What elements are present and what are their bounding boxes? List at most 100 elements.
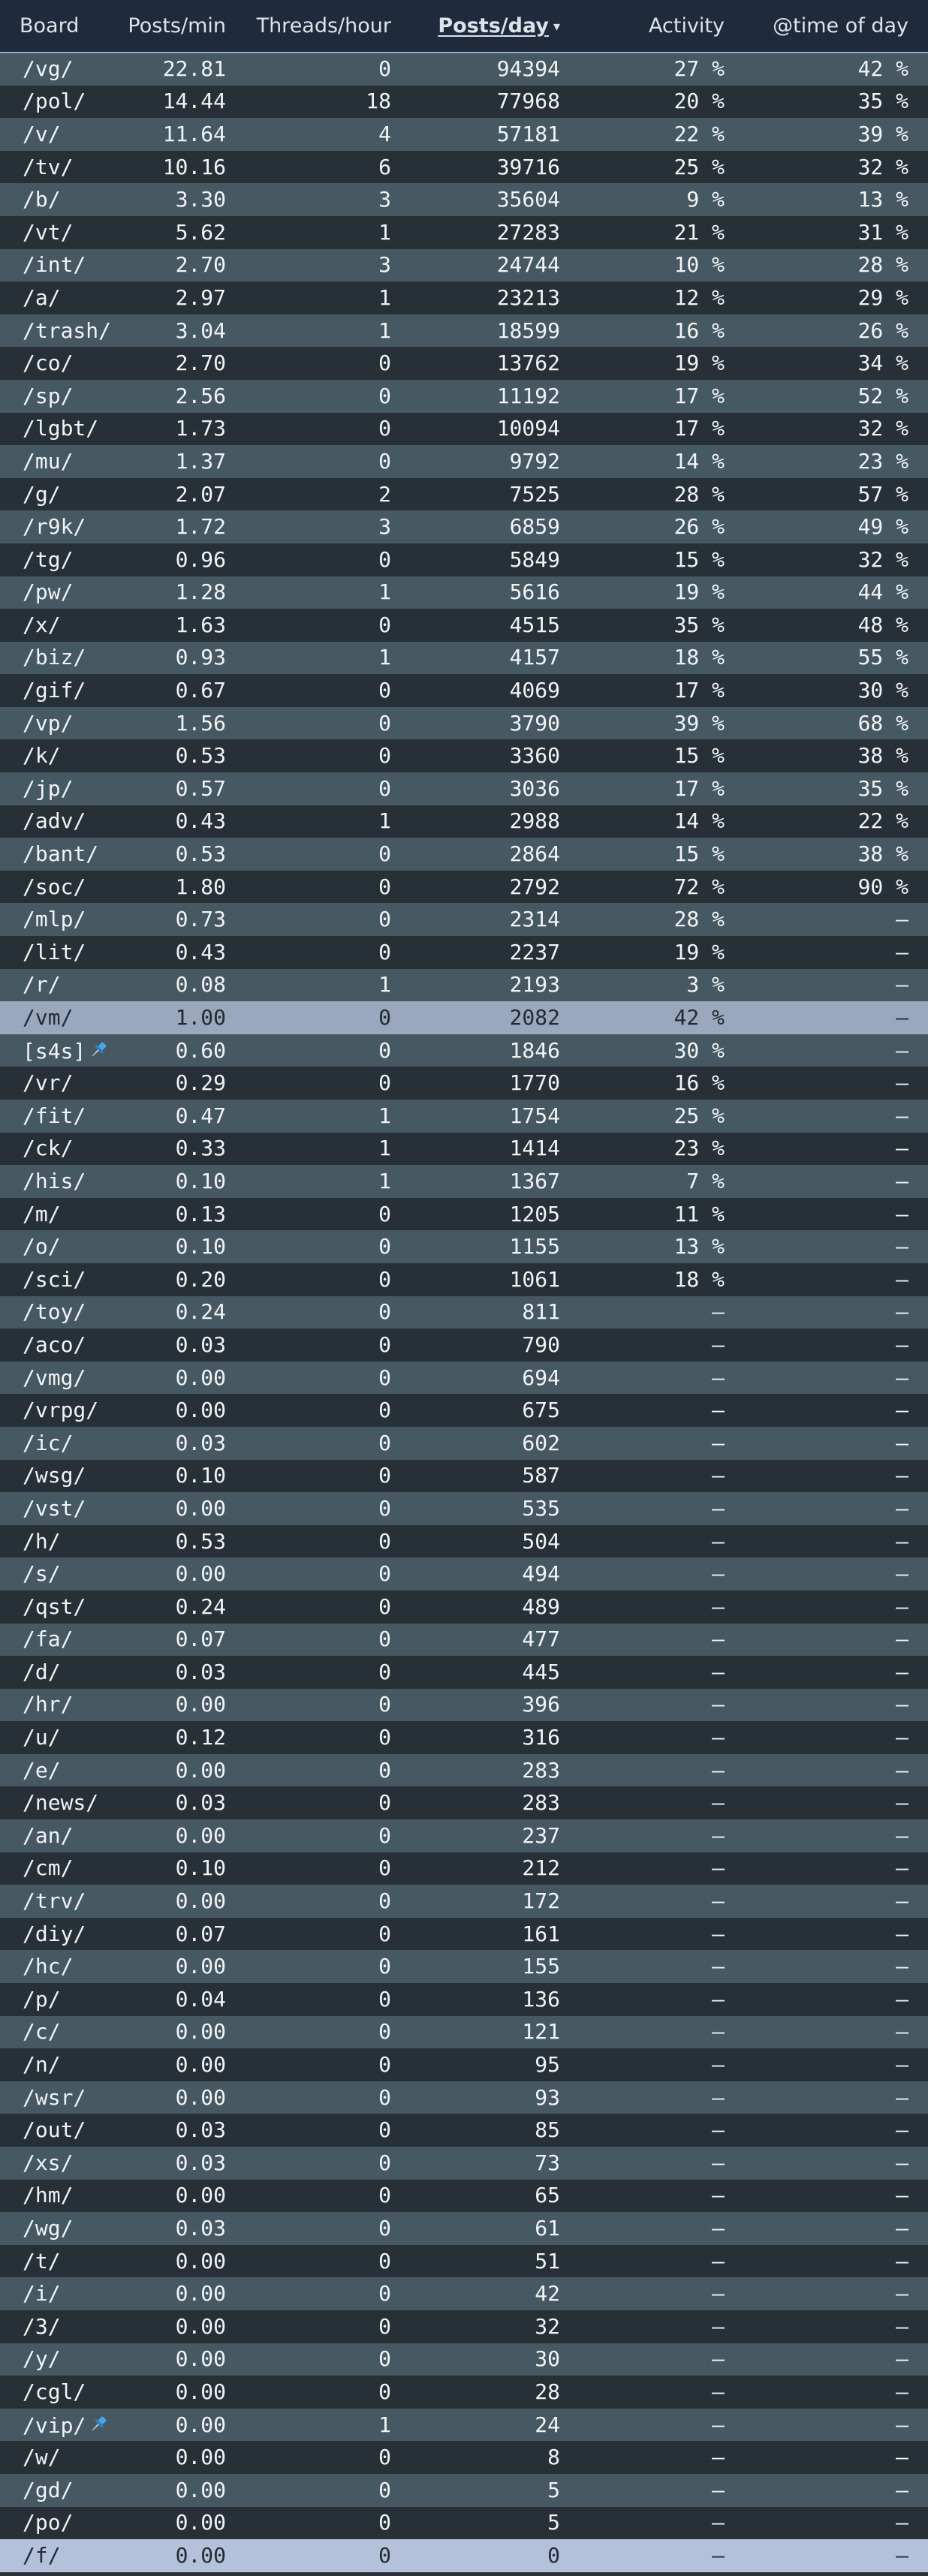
table-row[interactable]: /soc/1.80 0 2792 72 % 90 % [0, 870, 928, 904]
table-row[interactable]: /wsg/0.10 0 587 – – [0, 1459, 928, 1493]
table-row[interactable]: /h/0.53 0 504 – – [0, 1524, 928, 1558]
board-name-cell[interactable]: /gif/ [0, 674, 110, 707]
board-name-cell[interactable]: /jp/ [0, 772, 110, 805]
board-name-cell[interactable]: /h/ [0, 1525, 110, 1558]
board-name-cell[interactable]: /news/ [0, 1786, 110, 1819]
column-header-activity[interactable]: Activity [580, 0, 744, 53]
table-row[interactable]: /vip/0.00 1 24 – – [0, 2408, 928, 2442]
board-name-cell[interactable]: /wsr/ [0, 2081, 110, 2114]
table-row[interactable]: /xs/0.03 0 73 – – [0, 2147, 928, 2180]
board-name-cell[interactable]: /tg/ [0, 543, 110, 576]
board-name-cell[interactable]: /x/ [0, 609, 110, 642]
board-name-cell[interactable]: /i/ [0, 2277, 110, 2310]
table-row[interactable]: /trv/0.00 0 172 – – [0, 1885, 928, 1918]
board-name-cell[interactable]: /fit/ [0, 1100, 110, 1133]
board-name-cell[interactable]: /f/ [0, 2539, 110, 2572]
table-row[interactable]: /aco/0.03 0 790 – – [0, 1329, 928, 1362]
board-name-cell[interactable]: /o/ [0, 1230, 110, 1263]
table-row[interactable]: /n/0.00 0 95 – – [0, 2048, 928, 2081]
table-row[interactable]: /wsr/0.00 0 93 – – [0, 2081, 928, 2114]
board-name-cell[interactable]: /qst/ [0, 1590, 110, 1624]
table-row[interactable]: /mu/1.37 0 9792 14 % 23 % [0, 445, 928, 478]
table-row[interactable]: /pol/14.44 18 77968 20 % 35 % [0, 85, 928, 119]
board-name-cell[interactable]: /lgbt/ [0, 413, 110, 446]
column-header-posts-per-minute[interactable]: Posts/min [110, 0, 246, 53]
board-name-cell[interactable]: /tv/ [0, 151, 110, 184]
table-row[interactable]: /hm/0.00 0 65 – – [0, 2179, 928, 2213]
board-name-cell[interactable]: /out/ [0, 2114, 110, 2147]
board-name-cell[interactable]: /int/ [0, 249, 110, 282]
board-name-cell[interactable]: /vst/ [0, 1492, 110, 1525]
column-header-board[interactable]: Board [0, 0, 110, 53]
board-name-cell[interactable]: /p/ [0, 1983, 110, 2016]
board-name-cell[interactable]: /w/ [0, 2441, 110, 2474]
board-name-cell[interactable]: /adv/ [0, 805, 110, 838]
board-name-cell[interactable]: /r9k/ [0, 510, 110, 543]
board-name-cell[interactable]: /y/ [0, 2343, 110, 2376]
table-row[interactable]: /fa/0.07 0 477 – – [0, 1623, 928, 1657]
table-row[interactable]: /s/0.00 0 494 – – [0, 1557, 928, 1590]
table-row[interactable]: /w/0.00 0 8 – – [0, 2441, 928, 2474]
table-row[interactable]: /u/0.12 0 316 – – [0, 1721, 928, 1754]
table-row[interactable]: /3/0.00 0 32 – – [0, 2310, 928, 2343]
table-row[interactable]: /vrpg/0.00 0 675 – – [0, 1394, 928, 1427]
table-row[interactable]: /m/0.13 0 1205 11 % – [0, 1197, 928, 1231]
table-row[interactable]: /e/0.00 0 283 – – [0, 1753, 928, 1787]
board-name-cell[interactable]: /vip/ [0, 2409, 110, 2442]
table-row[interactable]: /d/0.03 0 445 – – [0, 1656, 928, 1689]
board-name-cell[interactable]: /m/ [0, 1198, 110, 1231]
table-row[interactable]: /c/0.00 0 121 – – [0, 2015, 928, 2049]
table-row[interactable]: /news/0.03 0 283 – – [0, 1786, 928, 1820]
table-row[interactable]: /fit/0.47 1 1754 25 % – [0, 1100, 928, 1133]
table-row[interactable]: /cgl/0.00 0 28 – – [0, 2376, 928, 2409]
table-row[interactable]: /vt/5.62 1 27283 21 % 31 % [0, 215, 928, 249]
table-row[interactable]: /po/0.00 0 5 – – [0, 2506, 928, 2540]
table-row[interactable]: /co/2.70 0 13762 19 % 34 % [0, 347, 928, 380]
board-name-cell[interactable]: /s/ [0, 1557, 110, 1590]
board-name-cell[interactable]: /b/ [0, 183, 110, 216]
board-name-cell[interactable]: /po/ [0, 2507, 110, 2540]
board-name-cell[interactable]: /co/ [0, 347, 110, 380]
board-name-cell[interactable]: /an/ [0, 1819, 110, 1852]
board-name-cell[interactable]: /d/ [0, 1656, 110, 1689]
board-name-cell[interactable]: /ic/ [0, 1427, 110, 1460]
board-name-cell[interactable]: /g/ [0, 478, 110, 511]
table-row[interactable]: /vmg/0.00 0 694 – – [0, 1361, 928, 1395]
board-name-cell[interactable]: /xs/ [0, 2147, 110, 2180]
board-name-cell[interactable]: /hc/ [0, 1950, 110, 1983]
board-name-cell[interactable]: /aco/ [0, 1329, 110, 1362]
table-row[interactable]: [s4s] 0.60 0 1846 30 % – [0, 1034, 928, 1067]
table-row[interactable]: /int/2.70 3 24744 10 % 28 % [0, 248, 928, 282]
table-row[interactable]: /vst/0.00 0 535 – – [0, 1492, 928, 1525]
table-row[interactable]: /g/2.07 2 7525 28 % 57 % [0, 477, 928, 511]
table-row[interactable]: /vm/1.00 0 2082 42 % – [0, 1001, 928, 1034]
board-name-cell[interactable]: /r/ [0, 969, 110, 1002]
board-name-cell[interactable]: /vm/ [0, 1001, 110, 1034]
board-name-cell[interactable]: /his/ [0, 1165, 110, 1198]
board-name-cell[interactable]: /cgl/ [0, 2376, 110, 2409]
table-row[interactable]: /diy/0.07 0 161 – – [0, 1917, 928, 1951]
board-name-cell[interactable]: /hr/ [0, 1689, 110, 1722]
board-name-cell[interactable]: /soc/ [0, 871, 110, 904]
table-row[interactable]: /hc/0.00 0 155 – – [0, 1950, 928, 1984]
table-row[interactable]: /sp/2.56 0 11192 17 % 52 % [0, 379, 928, 413]
table-row[interactable]: /ck/0.33 1 1414 23 % – [0, 1132, 928, 1166]
board-name-cell[interactable]: /pw/ [0, 576, 110, 609]
table-row[interactable]: /vr/0.29 0 1770 16 % – [0, 1067, 928, 1100]
board-name-cell[interactable]: /bant/ [0, 838, 110, 871]
board-name-cell[interactable]: /vt/ [0, 216, 110, 249]
column-header-threads-per-hour[interactable]: Threads/hour [246, 0, 411, 53]
table-row[interactable]: /pw/1.28 1 5616 19 % 44 % [0, 576, 928, 609]
table-row[interactable]: /trash/3.04 1 18599 16 % 26 % [0, 314, 928, 348]
table-row[interactable]: /y/0.00 0 30 – – [0, 2343, 928, 2376]
board-name-cell[interactable]: /t/ [0, 2245, 110, 2278]
board-name-cell[interactable]: /ck/ [0, 1133, 110, 1166]
board-name-cell[interactable]: /toy/ [0, 1296, 110, 1329]
table-row[interactable]: /out/0.03 0 85 – – [0, 2114, 928, 2147]
table-row[interactable]: /mlp/0.73 0 2314 28 % – [0, 903, 928, 937]
table-row[interactable]: /gd/0.00 0 5 – – [0, 2473, 928, 2507]
table-row[interactable]: /v/11.64 4 57181 22 % 39 % [0, 118, 928, 151]
table-row[interactable]: /jp/0.57 0 3036 17 % 35 % [0, 772, 928, 805]
board-name-cell[interactable]: /vmg/ [0, 1362, 110, 1395]
table-row[interactable]: /f/0.00 0 0 – – [0, 2539, 928, 2572]
